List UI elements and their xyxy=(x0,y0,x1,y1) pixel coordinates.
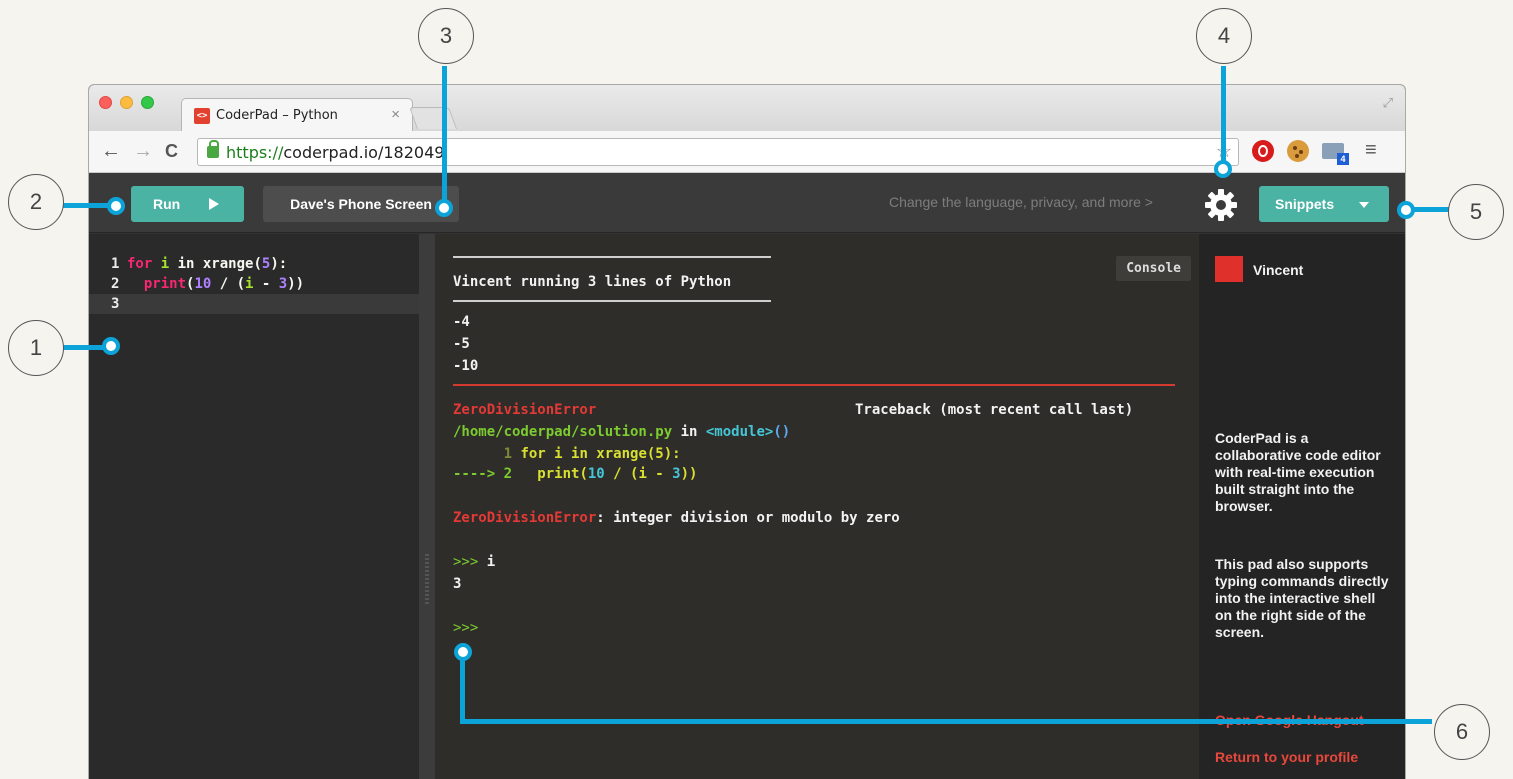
menu-icon[interactable]: ≡ xyxy=(1365,139,1377,162)
lock-icon xyxy=(207,140,219,158)
snippets-label: Snippets xyxy=(1275,196,1335,212)
callout-dot-2 xyxy=(107,197,125,215)
sidebar-shell-note: This pad also supports typing commands d… xyxy=(1215,556,1389,640)
traceback-label: Traceback (most recent call last) xyxy=(855,402,1134,418)
browser-tab[interactable]: <> CoderPad – Python × xyxy=(181,98,413,132)
line-number: 3 xyxy=(111,296,120,312)
error-rule xyxy=(453,384,1175,386)
code-token: in xrange( xyxy=(169,256,262,272)
app-toolbar: Run Dave's Phone Screen Change the langu… xyxy=(89,173,1405,233)
code-token: - xyxy=(253,276,279,292)
callout-number-5: 5 xyxy=(1448,184,1504,240)
code-token: for xyxy=(127,256,161,272)
tab-close-icon[interactable]: × xyxy=(391,106,400,123)
opera-icon[interactable] xyxy=(1252,140,1274,162)
zoom-window-button[interactable] xyxy=(141,96,154,109)
line-number: 1 xyxy=(111,256,120,272)
callout-dot-5 xyxy=(1397,201,1415,219)
browser-window: <> CoderPad – Python × ⤢ ← → C https://c… xyxy=(88,84,1406,779)
forward-arrow-icon[interactable]: → xyxy=(133,139,153,163)
code-line[interactable]: 1 for i in xrange(5): xyxy=(89,254,419,274)
coderpad-favicon-icon: <> xyxy=(194,108,210,124)
back-arrow-icon[interactable]: ← xyxy=(101,139,121,163)
tab-title: CoderPad – Python xyxy=(216,108,338,123)
cast-icon[interactable] xyxy=(1322,143,1349,165)
code-token: / ( xyxy=(211,276,246,292)
user-color-swatch xyxy=(1215,256,1243,282)
prompt-input-line: >>> i xyxy=(453,554,496,570)
callout-number-3: 3 xyxy=(418,8,474,64)
output-line: -5 xyxy=(453,336,470,352)
url-text: https://coderpad.io/182049 xyxy=(226,143,445,162)
code-token: ): xyxy=(270,256,288,272)
pane-splitter[interactable] xyxy=(419,234,435,779)
callout-dot-1 xyxy=(102,337,120,355)
callout-dot-6 xyxy=(454,643,472,661)
code-token: print xyxy=(143,276,187,292)
pad-title-button[interactable]: Dave's Phone Screen xyxy=(263,186,459,222)
callout-number-4: 4 xyxy=(1196,8,1252,64)
run-label: Run xyxy=(153,196,181,212)
address-bar[interactable]: https://coderpad.io/182049 ☆ xyxy=(197,138,1239,166)
header-rule-bottom xyxy=(453,300,771,302)
snippets-button[interactable]: Snippets xyxy=(1259,186,1389,222)
fullscreen-icon[interactable]: ⤢ xyxy=(1383,95,1393,111)
settings-hint[interactable]: Change the language, privacy, and more > xyxy=(889,194,1153,210)
cookie-icon[interactable] xyxy=(1287,140,1309,162)
line-number: 2 xyxy=(111,276,120,292)
minimize-window-button[interactable] xyxy=(120,96,133,109)
console-panel[interactable]: Console Vincent running 3 lines of Pytho… xyxy=(435,234,1199,779)
chevron-down-icon xyxy=(1359,202,1369,208)
gear-icon[interactable] xyxy=(1201,185,1241,225)
callout-number-1: 1 xyxy=(8,320,64,376)
output-line: -4 xyxy=(453,314,470,330)
error-name: ZeroDivisionError xyxy=(453,402,597,418)
callout-line-6a xyxy=(460,652,465,724)
run-header: Vincent running 3 lines of Python xyxy=(453,274,732,290)
code-line[interactable]: 2 print(10 / (i - 3)) xyxy=(89,274,419,294)
trace-line-2: ----> 2 print(10 / (i - 3)) xyxy=(453,466,698,482)
user-name: Vincent xyxy=(1253,262,1304,278)
run-button[interactable]: Run xyxy=(131,186,244,222)
code-token: i xyxy=(160,256,170,272)
trace-line-1: 1 for i in xrange(5): xyxy=(453,446,681,462)
console-tab[interactable]: Console xyxy=(1116,256,1191,281)
new-tab-button[interactable] xyxy=(408,107,458,129)
navigation-bar: ← → C https://coderpad.io/182049 ☆ ≡ xyxy=(89,131,1405,173)
callout-line-6b xyxy=(460,719,1432,724)
code-token: 10 xyxy=(194,276,212,292)
error-message-line: ZeroDivisionError: integer division or m… xyxy=(453,510,900,526)
callout-line-3 xyxy=(442,66,447,206)
play-icon xyxy=(209,198,219,210)
header-rule-top xyxy=(453,256,771,258)
output-line: -10 xyxy=(453,358,479,374)
code-editor[interactable]: 1 for i in xrange(5): 2 print(10 / (i - 3)… xyxy=(89,234,419,779)
title-bar: <> CoderPad – Python × ⤢ xyxy=(89,85,1405,132)
console-prompt[interactable]: >>> xyxy=(453,618,478,638)
code-token: )) xyxy=(287,276,305,292)
code-line[interactable]: 3 xyxy=(89,294,419,314)
prompt-result: 3 xyxy=(453,576,462,592)
info-sidebar: Vincent CoderPad is a collaborative code… xyxy=(1199,234,1405,779)
return-profile-link[interactable]: Return to your profile xyxy=(1215,749,1358,765)
callout-number-6: 6 xyxy=(1434,704,1490,760)
sidebar-description: CoderPad is a collaborative code editor … xyxy=(1215,430,1381,514)
code-token: 3 xyxy=(278,276,288,292)
reload-icon[interactable]: C xyxy=(165,139,178,163)
callout-number-2: 2 xyxy=(8,174,64,230)
callout-dot-4 xyxy=(1214,160,1232,178)
callout-line-4 xyxy=(1221,66,1226,166)
close-window-button[interactable] xyxy=(99,96,112,109)
trace-file-line: /home/coderpad/solution.py in <module>() xyxy=(453,424,791,440)
callout-dot-3 xyxy=(435,199,453,217)
